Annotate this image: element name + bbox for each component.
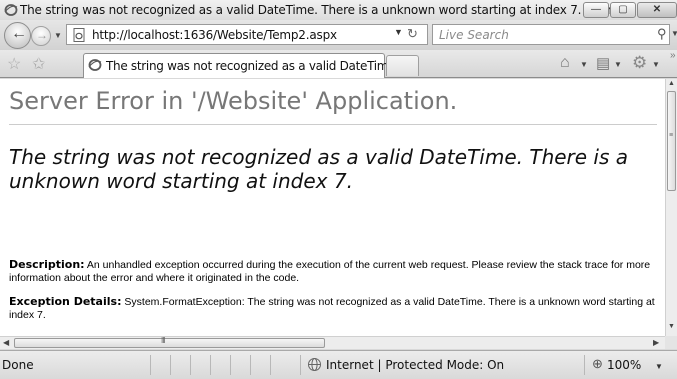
page-content: Server Error in '/Website' Application. … [0,79,665,336]
tab-bar: ☆ ✩ The string was not recognized as a v… [0,50,677,78]
tools-gear-icon[interactable]: ⚙ [632,53,647,73]
minimize-button[interactable]: — [583,2,609,18]
tab-active[interactable]: The string was not recognized as a valid… [83,53,399,78]
status-divider [584,355,585,375]
browser-window: The string was not recognized as a valid… [0,0,677,379]
horizontal-scrollbar[interactable]: ◀ III ▶ [0,336,665,349]
scrollbar-corner [665,336,677,349]
tab-label: The string was not recognized as a valid… [106,59,399,73]
window-title: The string was not recognized as a valid… [20,3,626,17]
search-input[interactable]: Live Search ⚲ ▼ [432,24,677,45]
back-arrow-icon: ← [11,25,27,42]
status-divider [300,355,301,375]
add-to-favorites-icon[interactable]: ✩ [32,54,45,74]
scroll-right-icon[interactable]: ▶ [653,338,659,347]
search-options-dropdown-icon[interactable]: ▼ [671,29,677,38]
zoom-dropdown-icon[interactable]: ▼ [655,362,663,371]
address-field[interactable]: http://localhost:1636/Website/Temp2.aspx… [66,24,446,45]
page-dropdown-icon[interactable]: ▼ [614,60,622,69]
address-dropdown-icon[interactable]: ▼ [394,27,403,37]
refresh-icon[interactable]: ↻ [407,26,418,42]
title-bar[interactable]: The string was not recognized as a valid… [0,0,677,20]
back-button[interactable]: ← [4,22,31,49]
status-bar: Done Internet | Protected Mode: On ⊕ 100… [0,350,677,379]
vertical-scrollbar[interactable]: ▲ ≡ ▼ [665,79,677,336]
scroll-down-icon[interactable]: ▼ [668,323,675,330]
page-icon [73,28,85,42]
status-text: Done [2,358,34,372]
vertical-scroll-thumb[interactable]: ≡ [667,91,676,191]
status-divider [250,355,251,375]
error-message: The string was not recognized as a valid… [9,145,629,193]
favorites-center-icon[interactable]: ☆ [7,54,21,74]
search-placeholder: Live Search [439,28,509,42]
page-title: Server Error in '/Website' Application. [9,87,657,125]
status-divider [150,355,151,375]
grip-icon: ≡ [669,132,674,139]
scroll-up-icon[interactable]: ▲ [668,80,675,87]
forward-button[interactable]: → [31,26,51,46]
ie-logo-icon [4,4,18,16]
tools-dropdown-icon[interactable]: ▼ [652,60,660,69]
home-icon[interactable]: ⌂ [560,54,570,72]
status-divider [230,355,231,375]
scroll-left-icon[interactable]: ◀ [3,338,9,347]
close-window-button[interactable]: ✕ [637,2,677,18]
status-divider [190,355,191,375]
security-zone-text[interactable]: Internet | Protected Mode: On [326,358,504,372]
grip-icon: III [161,336,166,345]
page-menu-icon[interactable]: ▤ [596,54,610,72]
new-tab-button[interactable] [386,55,419,76]
status-divider [270,355,271,375]
exception-details-label: Exception Details: [9,295,122,308]
address-url: http://localhost:1636/Website/Temp2.aspx [92,28,337,42]
search-icon[interactable]: ⚲ [657,26,667,42]
recent-pages-dropdown-icon[interactable]: ▼ [54,31,62,40]
internet-globe-icon [308,358,321,371]
page-icon [88,59,102,71]
description-label: Description: [9,258,85,271]
more-commands-icon[interactable]: » [670,50,676,61]
forward-arrow-icon: → [36,28,48,42]
horizontal-scroll-thumb[interactable]: III [14,336,325,348]
zoom-icon[interactable]: ⊕ [592,356,603,372]
description-text: An unhandled exception occurred during t… [9,259,651,284]
maximize-button[interactable]: ▢ [610,2,636,18]
description-paragraph: Description: An unhandled exception occu… [9,258,657,285]
navigation-bar: ← → ▼ http://localhost:1636/Website/Temp… [0,20,677,50]
status-divider [210,355,211,375]
zoom-level[interactable]: 100% [607,358,641,372]
home-dropdown-icon[interactable]: ▼ [580,60,588,69]
exception-details-paragraph: Exception Details: System.FormatExceptio… [9,295,657,322]
status-divider [170,355,171,375]
